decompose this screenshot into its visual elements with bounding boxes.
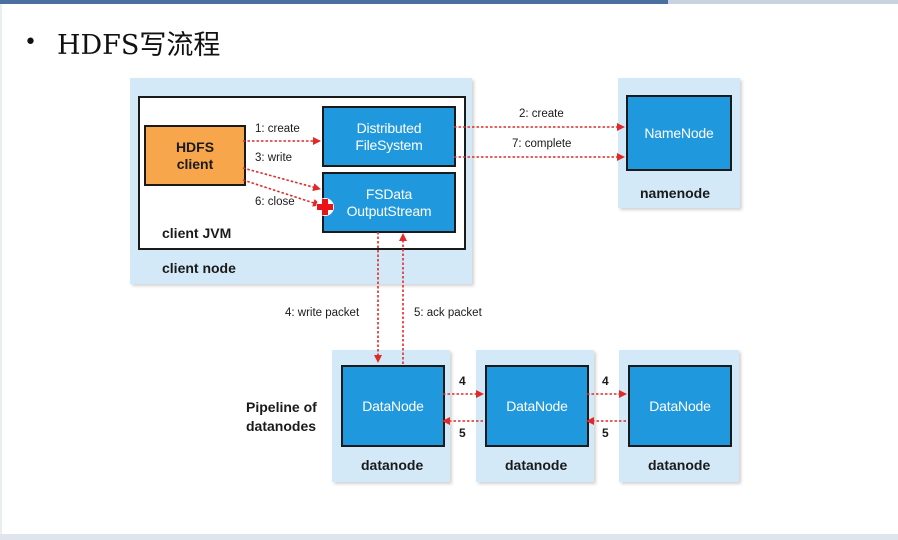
- pipe-label-5-a: 5: [459, 426, 466, 440]
- arrow-label-4-write-packet: 4: write packet: [285, 307, 360, 319]
- arrow-label-7-complete: 7: complete: [512, 138, 572, 150]
- arrow-label-3-write: 3: write: [255, 152, 293, 164]
- arrow-3-write: [242, 167, 321, 192]
- pipe-label-4-b: 4: [602, 374, 609, 388]
- arrow-label-1-create: 1: create: [255, 123, 300, 135]
- arrow-label-6-close: 6: close: [255, 196, 295, 208]
- arrows-layer: [242, 123, 627, 425]
- arrow-label-2-create: 2: create: [519, 108, 564, 120]
- pipe-label-4-a: 4: [459, 374, 466, 388]
- pipe-label-5-b: 5: [602, 426, 609, 440]
- pointer-cursor-icon: [315, 197, 335, 217]
- arrow-label-5-ack-packet: 5: ack packet: [414, 307, 482, 319]
